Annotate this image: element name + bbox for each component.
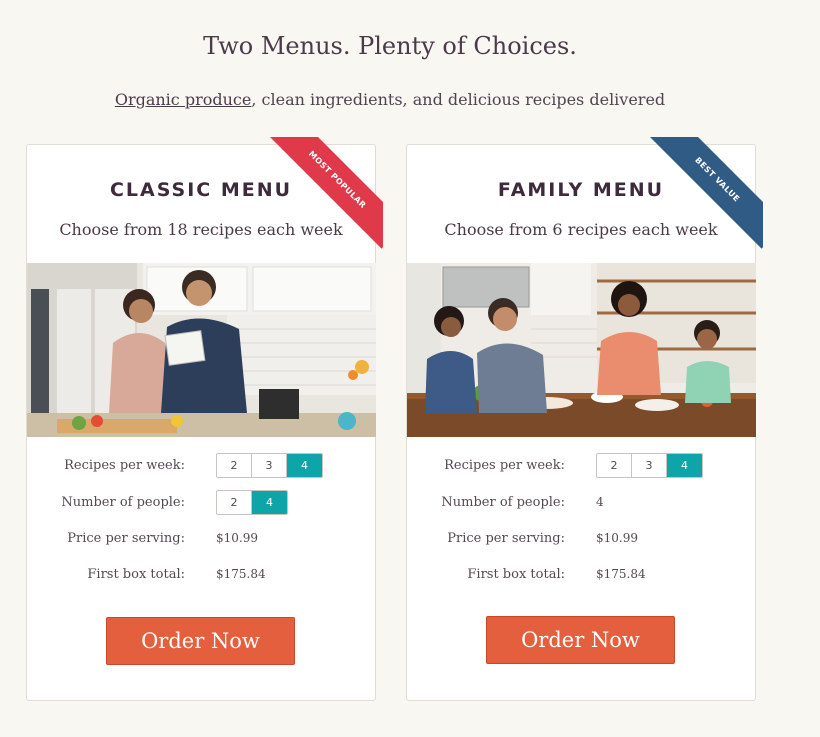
first-box-total-value: $175.84 <box>216 567 266 581</box>
first-box-total-label: First box total: <box>467 567 565 582</box>
organic-produce-link[interactable]: Organic produce <box>115 90 252 109</box>
recipes-option-2[interactable]: 2 <box>217 454 252 477</box>
recipes-per-week-label: Recipes per week: <box>64 458 185 473</box>
card-title: CLASSIC MENU <box>109 179 293 201</box>
page-title: Two Menus. Plenty of Choices. <box>203 32 577 60</box>
price-per-serving-label: Price per serving: <box>67 531 185 546</box>
recipes-option-3[interactable]: 3 <box>632 454 667 477</box>
kitchen-couple-image <box>27 263 376 437</box>
order-now-button[interactable]: Order Now <box>106 617 295 665</box>
classic-menu-photo <box>27 263 376 437</box>
price-per-serving-value: $10.99 <box>216 531 258 545</box>
recipes-option-3[interactable]: 3 <box>252 454 287 477</box>
recipes-per-week-selector: 2 3 4 <box>216 453 323 478</box>
number-of-people-value: 4 <box>596 495 604 509</box>
recipes-per-week-selector: 2 3 4 <box>596 453 703 478</box>
classic-menu-card: MOST POPULAR CLASSIC MENU Choose from 18… <box>26 137 383 701</box>
subtitle-text: , clean ingredients, and delicious recip… <box>251 90 666 109</box>
price-per-serving-label: Price per serving: <box>447 531 565 546</box>
kitchen-family-image <box>407 263 756 437</box>
first-box-total-label: First box total: <box>87 567 185 582</box>
family-menu-photo <box>407 263 756 437</box>
family-menu-card: BEST VALUE FAMILY MENU Choose from 6 rec… <box>406 137 763 701</box>
recipes-per-week-label: Recipes per week: <box>444 458 565 473</box>
people-option-4[interactable]: 4 <box>252 491 287 514</box>
recipes-option-4[interactable]: 4 <box>287 454 322 477</box>
number-of-people-label: Number of people: <box>61 495 185 510</box>
people-option-2[interactable]: 2 <box>217 491 252 514</box>
card-subtitle: Choose from 18 recipes each week <box>59 220 343 239</box>
price-per-serving-value: $10.99 <box>596 531 638 545</box>
recipes-option-2[interactable]: 2 <box>597 454 632 477</box>
number-of-people-selector: 2 4 <box>216 490 288 515</box>
card-title: FAMILY MENU <box>497 179 665 201</box>
first-box-total-value: $175.84 <box>596 567 646 581</box>
order-now-button[interactable]: Order Now <box>486 616 675 664</box>
recipes-option-4[interactable]: 4 <box>667 454 702 477</box>
page-subtitle: Organic produce, clean ingredients, and … <box>0 90 780 109</box>
number-of-people-label: Number of people: <box>441 495 565 510</box>
card-subtitle: Choose from 6 recipes each week <box>444 220 718 239</box>
